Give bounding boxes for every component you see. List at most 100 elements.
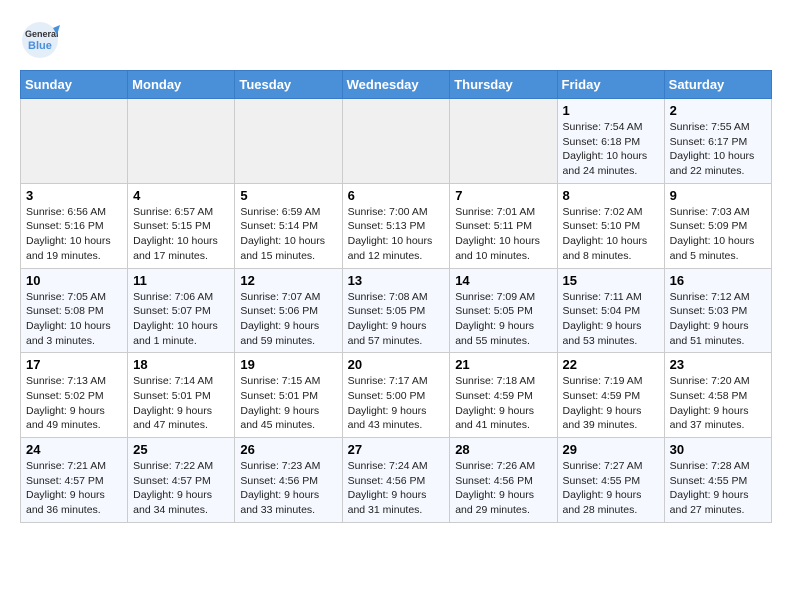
calendar-cell: 5Sunrise: 6:59 AM Sunset: 5:14 PM Daylig… bbox=[235, 183, 342, 268]
day-number: 8 bbox=[563, 188, 659, 203]
day-detail: Sunrise: 7:26 AM Sunset: 4:56 PM Dayligh… bbox=[455, 460, 535, 516]
day-detail: Sunrise: 6:56 AM Sunset: 5:16 PM Dayligh… bbox=[26, 206, 111, 262]
day-detail: Sunrise: 7:13 AM Sunset: 5:02 PM Dayligh… bbox=[26, 375, 106, 431]
calendar-cell: 9 Sunrise: 7:03 AM Sunset: 5:09 PM Daylig… bbox=[664, 183, 771, 268]
day-number: 14 bbox=[455, 273, 551, 288]
day-number: 19 bbox=[240, 357, 336, 372]
calendar-cell: 25 Sunrise: 7:22 AM Sunset: 4:57 PM Dayli… bbox=[128, 438, 235, 523]
day-number: 5 bbox=[240, 188, 336, 203]
calendar-cell: 30Sunrise: 7:28 AM Sunset: 4:55 PM Dayli… bbox=[664, 438, 771, 523]
calendar-cell: 2 Sunrise: 7:55 AM Sunset: 6:17 PM Daylig… bbox=[664, 99, 771, 184]
day-detail: Sunrise: 7:19 AM Sunset: 4:59 PM Dayligh… bbox=[563, 375, 643, 431]
svg-text:Blue: Blue bbox=[28, 40, 52, 52]
day-number: 11 bbox=[133, 273, 229, 288]
day-detail: Sunrise: 7:05 AM Sunset: 5:08 PM Dayligh… bbox=[26, 291, 111, 347]
calendar-cell: 12 Sunrise: 7:07 AM Sunset: 5:06 PM Dayli… bbox=[235, 268, 342, 353]
day-detail: Sunrise: 7:03 AM Sunset: 5:09 PM Dayligh… bbox=[670, 206, 755, 262]
day-number: 3 bbox=[26, 188, 122, 203]
day-number: 23 bbox=[670, 357, 766, 372]
calendar-week-3: 10 Sunrise: 7:05 AM Sunset: 5:08 PM Dayli… bbox=[21, 268, 772, 353]
day-number: 10 bbox=[26, 273, 122, 288]
calendar-cell: 13 Sunrise: 7:08 AM Sunset: 5:05 PM Dayli… bbox=[342, 268, 450, 353]
calendar-cell: 26 Sunrise: 7:23 AM Sunset: 4:56 PM Dayli… bbox=[235, 438, 342, 523]
calendar-cell: 29 Sunrise: 7:27 AM Sunset: 4:55 PM Dayli… bbox=[557, 438, 664, 523]
calendar-cell: 19 Sunrise: 7:15 AM Sunset: 5:01 PM Dayli… bbox=[235, 353, 342, 438]
day-detail: Sunrise: 7:08 AM Sunset: 5:05 PM Dayligh… bbox=[348, 291, 428, 347]
calendar-cell: 1Sunrise: 7:54 AM Sunset: 6:18 PM Daylig… bbox=[557, 99, 664, 184]
day-number: 27 bbox=[348, 442, 445, 457]
calendar-cell: 8 Sunrise: 7:02 AM Sunset: 5:10 PM Daylig… bbox=[557, 183, 664, 268]
calendar-cell: 10 Sunrise: 7:05 AM Sunset: 5:08 PM Dayli… bbox=[21, 268, 128, 353]
day-detail: Sunrise: 7:07 AM Sunset: 5:06 PM Dayligh… bbox=[240, 291, 320, 347]
day-number: 29 bbox=[563, 442, 659, 457]
day-detail: Sunrise: 7:20 AM Sunset: 4:58 PM Dayligh… bbox=[670, 375, 750, 431]
calendar-cell bbox=[128, 99, 235, 184]
col-header-friday: Friday bbox=[557, 71, 664, 99]
day-number: 9 bbox=[670, 188, 766, 203]
calendar-week-5: 24 Sunrise: 7:21 AM Sunset: 4:57 PM Dayli… bbox=[21, 438, 772, 523]
calendar-cell: 15 Sunrise: 7:11 AM Sunset: 5:04 PM Dayli… bbox=[557, 268, 664, 353]
day-number: 2 bbox=[670, 103, 766, 118]
day-detail: Sunrise: 7:06 AM Sunset: 5:07 PM Dayligh… bbox=[133, 291, 218, 347]
day-detail: Sunrise: 7:21 AM Sunset: 4:57 PM Dayligh… bbox=[26, 460, 106, 516]
day-number: 24 bbox=[26, 442, 122, 457]
calendar-week-2: 3 Sunrise: 6:56 AM Sunset: 5:16 PM Daylig… bbox=[21, 183, 772, 268]
day-number: 20 bbox=[348, 357, 445, 372]
calendar-header-row: SundayMondayTuesdayWednesdayThursdayFrid… bbox=[21, 71, 772, 99]
calendar-week-4: 17 Sunrise: 7:13 AM Sunset: 5:02 PM Dayli… bbox=[21, 353, 772, 438]
calendar-cell: 3 Sunrise: 6:56 AM Sunset: 5:16 PM Daylig… bbox=[21, 183, 128, 268]
calendar-week-1: 1Sunrise: 7:54 AM Sunset: 6:18 PM Daylig… bbox=[21, 99, 772, 184]
day-number: 21 bbox=[455, 357, 551, 372]
day-number: 15 bbox=[563, 273, 659, 288]
day-detail: Sunrise: 7:14 AM Sunset: 5:01 PM Dayligh… bbox=[133, 375, 213, 431]
day-detail: Sunrise: 7:00 AM Sunset: 5:13 PM Dayligh… bbox=[348, 206, 433, 262]
day-number: 6 bbox=[348, 188, 445, 203]
day-detail: Sunrise: 7:17 AM Sunset: 5:00 PM Dayligh… bbox=[348, 375, 428, 431]
day-number: 12 bbox=[240, 273, 336, 288]
calendar-cell: 22 Sunrise: 7:19 AM Sunset: 4:59 PM Dayli… bbox=[557, 353, 664, 438]
svg-text:General: General bbox=[25, 29, 59, 39]
day-number: 26 bbox=[240, 442, 336, 457]
day-detail: Sunrise: 7:24 AM Sunset: 4:56 PM Dayligh… bbox=[348, 460, 428, 516]
day-detail: Sunrise: 7:55 AM Sunset: 6:17 PM Dayligh… bbox=[670, 121, 755, 177]
calendar-cell bbox=[235, 99, 342, 184]
day-detail: Sunrise: 7:22 AM Sunset: 4:57 PM Dayligh… bbox=[133, 460, 213, 516]
day-number: 1 bbox=[563, 103, 659, 118]
day-detail: Sunrise: 7:23 AM Sunset: 4:56 PM Dayligh… bbox=[240, 460, 320, 516]
calendar-cell: 6 Sunrise: 7:00 AM Sunset: 5:13 PM Daylig… bbox=[342, 183, 450, 268]
col-header-tuesday: Tuesday bbox=[235, 71, 342, 99]
day-number: 4 bbox=[133, 188, 229, 203]
calendar-cell: 21Sunrise: 7:18 AM Sunset: 4:59 PM Dayli… bbox=[450, 353, 557, 438]
calendar-cell: 20 Sunrise: 7:17 AM Sunset: 5:00 PM Dayli… bbox=[342, 353, 450, 438]
day-detail: Sunrise: 7:09 AM Sunset: 5:05 PM Dayligh… bbox=[455, 291, 535, 347]
page-header: General Blue bbox=[20, 20, 772, 60]
calendar-cell: 11 Sunrise: 7:06 AM Sunset: 5:07 PM Dayli… bbox=[128, 268, 235, 353]
day-number: 13 bbox=[348, 273, 445, 288]
day-number: 17 bbox=[26, 357, 122, 372]
day-number: 18 bbox=[133, 357, 229, 372]
logo-icon: General Blue bbox=[20, 20, 60, 60]
day-detail: Sunrise: 7:15 AM Sunset: 5:01 PM Dayligh… bbox=[240, 375, 320, 431]
day-number: 25 bbox=[133, 442, 229, 457]
day-number: 7 bbox=[455, 188, 551, 203]
calendar-cell: 14 Sunrise: 7:09 AM Sunset: 5:05 PM Dayli… bbox=[450, 268, 557, 353]
day-detail: Sunrise: 7:02 AM Sunset: 5:10 PM Dayligh… bbox=[563, 206, 648, 262]
day-detail: Sunrise: 7:11 AM Sunset: 5:04 PM Dayligh… bbox=[563, 291, 642, 347]
day-number: 22 bbox=[563, 357, 659, 372]
calendar-cell: 17 Sunrise: 7:13 AM Sunset: 5:02 PM Dayli… bbox=[21, 353, 128, 438]
calendar-cell: 28 Sunrise: 7:26 AM Sunset: 4:56 PM Dayli… bbox=[450, 438, 557, 523]
day-detail: Sunrise: 7:28 AM Sunset: 4:55 PM Dayligh… bbox=[670, 460, 750, 516]
day-number: 16 bbox=[670, 273, 766, 288]
col-header-wednesday: Wednesday bbox=[342, 71, 450, 99]
day-detail: Sunrise: 6:57 AM Sunset: 5:15 PM Dayligh… bbox=[133, 206, 218, 262]
day-number: 28 bbox=[455, 442, 551, 457]
calendar-cell: 7Sunrise: 7:01 AM Sunset: 5:11 PM Daylig… bbox=[450, 183, 557, 268]
col-header-monday: Monday bbox=[128, 71, 235, 99]
day-detail: Sunrise: 7:27 AM Sunset: 4:55 PM Dayligh… bbox=[563, 460, 643, 516]
logo-container: General Blue bbox=[20, 20, 60, 60]
calendar-cell bbox=[342, 99, 450, 184]
col-header-sunday: Sunday bbox=[21, 71, 128, 99]
calendar-cell: 18 Sunrise: 7:14 AM Sunset: 5:01 PM Dayli… bbox=[128, 353, 235, 438]
calendar-cell bbox=[450, 99, 557, 184]
day-detail: Sunrise: 7:12 AM Sunset: 5:03 PM Dayligh… bbox=[670, 291, 750, 347]
